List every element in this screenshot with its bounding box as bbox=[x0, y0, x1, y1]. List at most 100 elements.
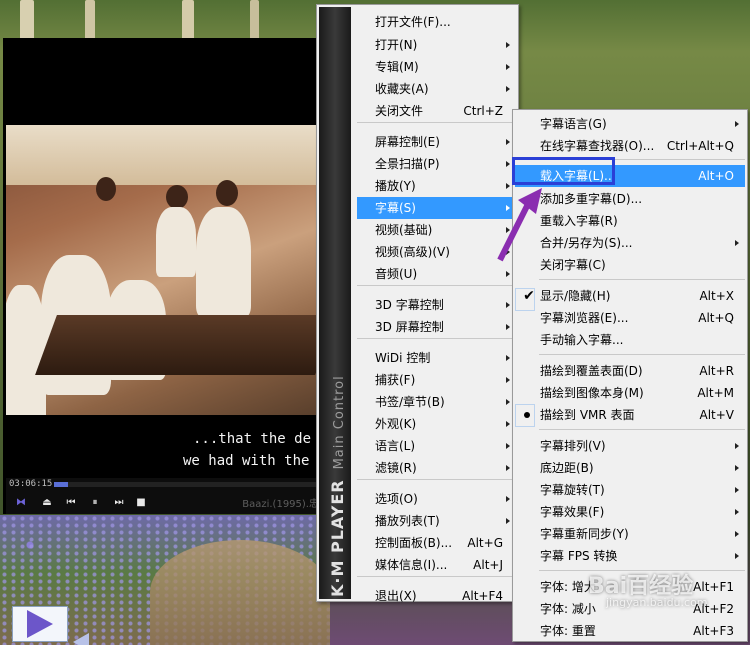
menu-item-label: 专辑(M) bbox=[375, 60, 419, 74]
baidu-watermark: Bai百经验 jingyan.baidu.com bbox=[588, 568, 708, 609]
kmplayer-taskbar-thumbnail[interactable] bbox=[12, 606, 89, 645]
menu-item-shortcut: Ctrl+Alt+Q bbox=[666, 139, 734, 153]
kmplayer-logo-icon bbox=[27, 610, 89, 645]
subtitle-menu-item[interactable]: 手动输入字幕... bbox=[515, 329, 745, 351]
menu-item-label: 添加多重字幕(D)... bbox=[540, 192, 643, 206]
menu-item-label: 描绘到覆盖表面(D) bbox=[540, 364, 643, 378]
menu-item-label: 字幕效果(F) bbox=[540, 505, 605, 519]
player-window: ...that the de we had with the 03:06:15 … bbox=[3, 38, 325, 514]
submenu-arrow-icon bbox=[735, 465, 739, 471]
radio-dot-icon bbox=[524, 412, 530, 418]
menu-item-label: 3D 屏幕控制 bbox=[375, 320, 444, 334]
menu-item-label: 播放(Y) bbox=[375, 179, 416, 193]
submenu-arrow-icon bbox=[735, 553, 739, 559]
forest-path bbox=[150, 540, 330, 645]
main-menu-item[interactable]: 3D 字幕控制 bbox=[357, 294, 517, 316]
main-menu-item[interactable]: 屏幕控制(E) bbox=[357, 131, 517, 153]
main-menu-item[interactable]: 打开(N) bbox=[357, 34, 517, 56]
main-menu-item[interactable]: 媒体信息(I)... Alt+J bbox=[357, 554, 517, 576]
menu-item-label: 字幕语言(G) bbox=[540, 117, 607, 131]
subtitle-menu-item[interactable]: 字体: 重置 Alt+F3 bbox=[515, 620, 745, 642]
menu-item-shortcut: Ctrl+Z bbox=[463, 104, 503, 118]
main-menu-item[interactable]: 控制面板(B)... Alt+G bbox=[357, 532, 517, 554]
control-bar: 03:06:15 ⧓ ⏏ ⏮ ⏸ ⏭ ■ Baazi.(1995).忠 bbox=[6, 478, 325, 514]
menu-item-label: 音频(U) bbox=[375, 267, 418, 281]
subtitle-menu-item[interactable]: 字幕语言(G) bbox=[515, 113, 745, 135]
menu-item-shortcut: Alt+V bbox=[699, 408, 734, 422]
annotation-arrow-icon bbox=[497, 188, 542, 262]
submenu-arrow-icon bbox=[735, 121, 739, 127]
main-menu-item[interactable]: 捕获(F) bbox=[357, 369, 517, 391]
menu-item-label: 重载入字幕(R) bbox=[540, 214, 618, 228]
subtitle-menu-item[interactable]: 字幕效果(F) bbox=[515, 501, 745, 523]
menu-separator bbox=[357, 338, 517, 339]
main-menu-item[interactable]: 语言(L) bbox=[357, 435, 517, 457]
seek-bar[interactable] bbox=[54, 482, 324, 487]
eject-icon[interactable]: ⏏ bbox=[40, 496, 54, 510]
video-scene-wall bbox=[6, 125, 325, 185]
submenu-arrow-icon bbox=[506, 496, 510, 502]
subtitle-menu-item[interactable]: 字幕排列(V) bbox=[515, 435, 745, 457]
main-menu-item[interactable]: 专辑(M) bbox=[357, 56, 517, 78]
video-person bbox=[216, 180, 238, 206]
subtitle-menu-item[interactable]: 字幕重新同步(Y) bbox=[515, 523, 745, 545]
subtitle-menu-item[interactable]: 字幕旋转(T) bbox=[515, 479, 745, 501]
menu-separator bbox=[357, 285, 517, 286]
main-menu-item[interactable]: 全景扫描(P) bbox=[357, 153, 517, 175]
menu-item-label: 打开文件(F)... bbox=[375, 15, 451, 29]
video-person bbox=[166, 185, 188, 209]
subtitle-menu-item[interactable]: 字幕浏览器(E)... Alt+Q bbox=[515, 307, 745, 329]
skip-back-icon[interactable]: ⏮ bbox=[64, 496, 78, 510]
submenu-arrow-icon bbox=[506, 377, 510, 383]
main-menu-item[interactable]: WiDi 控制 bbox=[357, 347, 517, 369]
submenu-arrow-icon bbox=[506, 324, 510, 330]
stop-icon[interactable]: ■ bbox=[134, 496, 148, 510]
subtitle-menu-item[interactable]: 在线字幕查找器(O)... Ctrl+Alt+Q bbox=[515, 135, 745, 157]
submenu-arrow-icon bbox=[506, 518, 510, 524]
main-menu-item[interactable]: 收藏夹(A) bbox=[357, 78, 517, 100]
kmplayer-brand-strip: K·M PLAYER Main Control bbox=[319, 7, 351, 599]
prev-icon[interactable]: ⧓ bbox=[14, 496, 28, 510]
brand-subtitle: Main Control bbox=[332, 375, 347, 470]
submenu-arrow-icon bbox=[506, 139, 510, 145]
main-menu-item[interactable]: 退出(X) Alt+F4 bbox=[357, 585, 517, 607]
main-menu-item[interactable]: 滤镜(R) bbox=[357, 457, 517, 479]
subtitle-menu-item[interactable]: 字幕 FPS 转换 bbox=[515, 545, 745, 567]
submenu-arrow-icon bbox=[506, 86, 510, 92]
main-menu-item[interactable]: 播放列表(T) bbox=[357, 510, 517, 532]
submenu-arrow-icon bbox=[506, 399, 510, 405]
subtitle-menu-item[interactable]: 描绘到覆盖表面(D) Alt+R bbox=[515, 360, 745, 382]
menu-item-label: 字幕排列(V) bbox=[540, 439, 606, 453]
main-menu-item[interactable]: 关闭文件 Ctrl+Z bbox=[357, 100, 517, 122]
menu-item-label: 底边距(B) bbox=[540, 461, 594, 475]
menu-item-label: 语言(L) bbox=[375, 439, 416, 453]
pause-icon[interactable]: ⏸ bbox=[88, 496, 102, 510]
menu-separator bbox=[357, 576, 517, 577]
main-menu-item[interactable]: 3D 屏幕控制 bbox=[357, 316, 517, 338]
main-menu-item[interactable]: 选项(O) bbox=[357, 488, 517, 510]
main-menu-item[interactable]: 书签/章节(B) bbox=[357, 391, 517, 413]
menu-item-label: 字幕浏览器(E)... bbox=[540, 311, 629, 325]
checkmark-icon: ✔ bbox=[523, 288, 535, 304]
menu-item-label: 视频(基础) bbox=[375, 223, 433, 237]
menu-item-shortcut: Alt+M bbox=[697, 386, 734, 400]
subtitle-menu-item[interactable]: 底边距(B) bbox=[515, 457, 745, 479]
menu-item-label: 在线字幕查找器(O)... bbox=[540, 139, 655, 153]
menu-item-label: 屏幕控制(E) bbox=[375, 135, 440, 149]
main-menu-item[interactable]: 打开文件(F)... bbox=[357, 11, 517, 33]
menu-item-label: 关闭文件 bbox=[375, 104, 424, 118]
menu-item-label: 媒体信息(I)... bbox=[375, 558, 448, 572]
subtitle-menu-item[interactable]: 描绘到图像本身(M) Alt+M bbox=[515, 382, 745, 404]
main-menu-item[interactable]: 外观(K) bbox=[357, 413, 517, 435]
menu-item-shortcut: Alt+F3 bbox=[693, 624, 734, 638]
skip-forward-icon[interactable]: ⏭ bbox=[112, 496, 126, 510]
menu-separator bbox=[539, 429, 745, 430]
menu-item-label: 捕获(F) bbox=[375, 373, 416, 387]
menu-item-label: 滤镜(R) bbox=[375, 461, 417, 475]
menu-item-label: 播放列表(T) bbox=[375, 514, 440, 528]
menu-item-label: 3D 字幕控制 bbox=[375, 298, 444, 312]
submenu-arrow-icon bbox=[735, 487, 739, 493]
menu-item-label: 手动输入字幕... bbox=[540, 333, 624, 347]
subtitle-menu-item[interactable]: 描绘到 VMR 表面 Alt+V bbox=[515, 404, 745, 426]
subtitle-menu-item[interactable]: ✔ 显示/隐藏(H) Alt+X bbox=[515, 285, 745, 307]
